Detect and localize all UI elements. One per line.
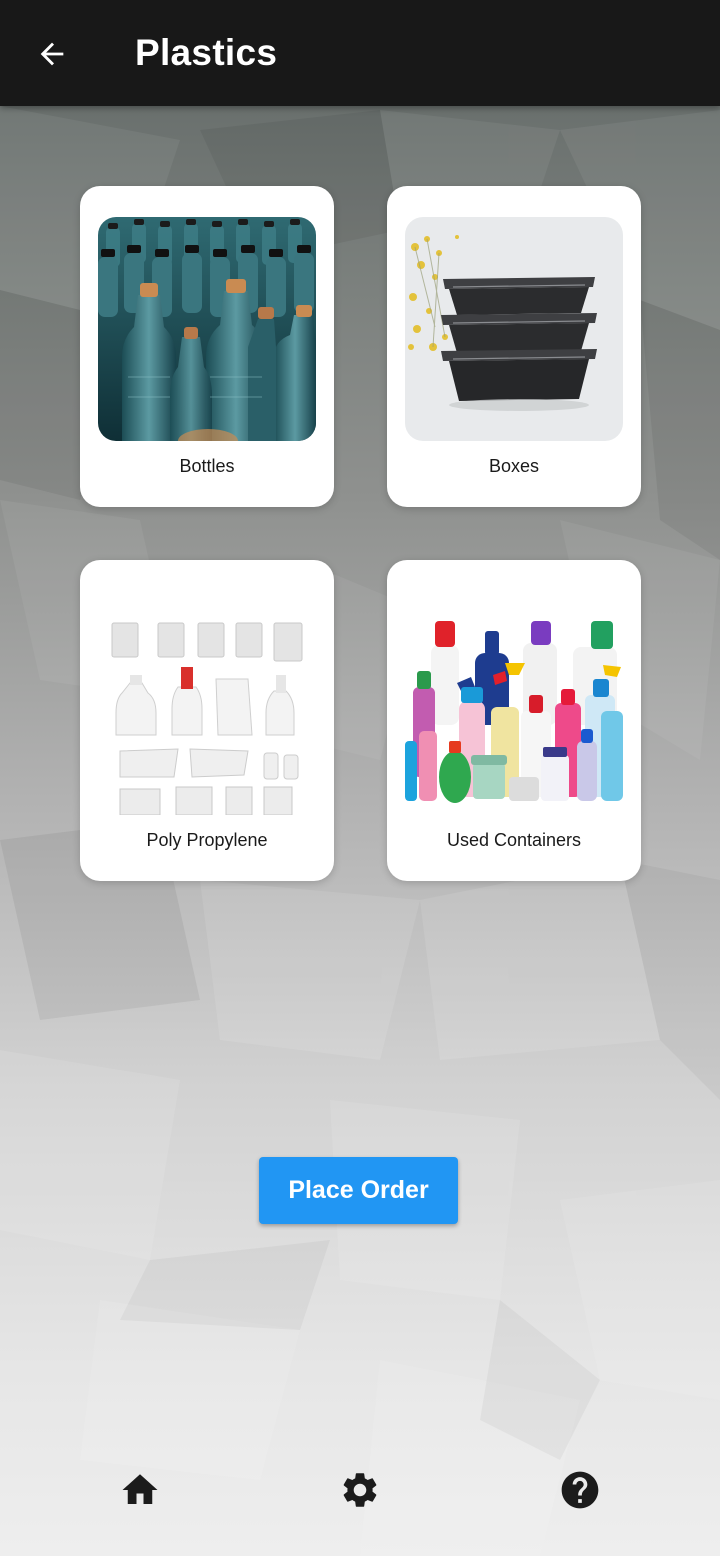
bottom-navigation (0, 1440, 720, 1530)
category-label: Boxes (488, 456, 540, 476)
back-button[interactable] (24, 28, 80, 80)
help-icon (561, 1471, 599, 1509)
boxes-image (405, 217, 623, 441)
category-label: Poly Propylene (146, 830, 268, 850)
poly-propylene-image (98, 591, 316, 815)
category-card-poly-propylene[interactable]: Poly Propylene (80, 560, 334, 881)
nav-home[interactable] (110, 1460, 170, 1520)
category-card-boxes[interactable]: Boxes (387, 186, 641, 507)
arrow-back-icon (40, 42, 64, 66)
category-card-bottles[interactable]: Bottles (80, 186, 334, 507)
category-label: Bottles (179, 456, 235, 476)
nav-help[interactable] (550, 1460, 610, 1520)
category-label: Used Containers (446, 830, 582, 850)
nav-settings[interactable] (330, 1460, 390, 1520)
settings-gear-icon (343, 1473, 377, 1507)
category-card-used-containers[interactable]: Used Containers (387, 560, 641, 881)
home-icon (122, 1474, 158, 1504)
app-bar: Plastics (0, 0, 720, 106)
bottles-image (98, 217, 316, 441)
used-containers-image (405, 591, 623, 815)
place-order-button[interactable]: Place Order (259, 1157, 458, 1224)
page-title: Plastics (135, 32, 278, 73)
